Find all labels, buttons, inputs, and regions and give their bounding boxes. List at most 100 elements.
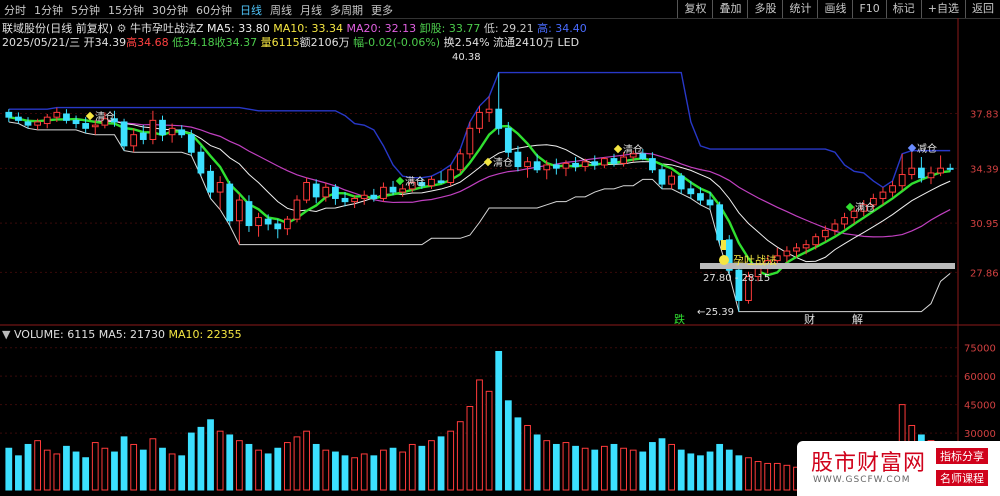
volume-bar-43 xyxy=(418,445,426,491)
price-axis-label-1: 34.39 xyxy=(970,164,999,175)
signal-text-3: 清仓 xyxy=(623,143,643,156)
volume-header: ▼ VOLUME: 6115 MA5: 21730 MA10: 22355 xyxy=(2,328,242,341)
candle-body-41 xyxy=(399,188,407,193)
candle-body-68 xyxy=(658,169,666,185)
candle-body-36 xyxy=(351,197,359,203)
candle-body-44 xyxy=(428,178,435,187)
volume-bar-73 xyxy=(706,451,714,491)
volume-bar-72 xyxy=(697,455,704,491)
candle-body-94 xyxy=(908,167,916,176)
event-marker-0: 跌 xyxy=(674,312,685,326)
candle-body-52 xyxy=(504,127,512,153)
candle-body-18 xyxy=(178,129,186,136)
volume-bar-65 xyxy=(629,449,637,491)
candle-body-54 xyxy=(524,161,531,168)
volume-bar-34 xyxy=(332,451,339,491)
candle-body-62 xyxy=(600,158,608,166)
volume-bar-10 xyxy=(101,447,109,491)
candle-body-47 xyxy=(456,153,464,171)
volume-bar-44 xyxy=(428,440,435,491)
candle-body-55 xyxy=(533,161,541,171)
candle-body-2 xyxy=(24,121,32,126)
signal-marker xyxy=(721,240,726,250)
candle-body-7 xyxy=(72,119,80,125)
volume-bar-7 xyxy=(72,451,80,491)
candle-body-5 xyxy=(53,111,61,118)
ma5-line xyxy=(8,115,951,277)
volume-bar-74 xyxy=(716,443,724,491)
candle-body-61 xyxy=(591,161,599,166)
volume-bar-58 xyxy=(562,442,570,491)
volume-bar-17 xyxy=(168,453,176,491)
candle-body-87 xyxy=(841,217,848,225)
candle-body-24 xyxy=(235,199,243,222)
candle-body-72 xyxy=(697,193,704,201)
candle-body-19 xyxy=(187,134,195,153)
volume-bar-40 xyxy=(389,447,397,491)
candle-body-81 xyxy=(783,250,791,257)
volume-bar-56 xyxy=(543,440,551,491)
candle-body-59 xyxy=(572,162,579,168)
volume-axis-label-2: 45000 xyxy=(964,401,996,412)
candle-body-13 xyxy=(130,134,138,147)
candle-body-40 xyxy=(389,186,397,193)
volume-bar-70 xyxy=(677,449,685,491)
volume-bar-3 xyxy=(34,440,42,491)
candle-body-21 xyxy=(207,170,214,193)
volume-bar-59 xyxy=(572,445,579,491)
volume-bar-41 xyxy=(399,451,407,491)
volume-bar-71 xyxy=(687,453,695,491)
signal-diamond-2 xyxy=(483,157,493,167)
volume-bar-79 xyxy=(764,462,772,491)
volume-toggle-icon[interactable]: ▼ xyxy=(2,328,10,341)
candle-body-93 xyxy=(898,174,906,187)
volume-bar-36 xyxy=(351,457,359,491)
volume-bar-80 xyxy=(773,462,781,491)
volume-ma10: MA10: 22355 xyxy=(168,328,242,341)
peak-price-label: 40.38 xyxy=(452,52,481,63)
candle-body-6 xyxy=(63,113,70,121)
volume-ma5: MA5: 21730 xyxy=(98,328,165,341)
volume-bar-60 xyxy=(581,447,589,491)
volume-bar-50 xyxy=(485,390,493,491)
candle-body-1 xyxy=(15,116,22,121)
candle-body-33 xyxy=(322,186,330,198)
candle-body-98 xyxy=(946,167,954,170)
volume-bar-14 xyxy=(139,449,147,491)
volume-bar-0 xyxy=(5,447,13,491)
volume-bar-2 xyxy=(24,443,32,491)
volume-bar-16 xyxy=(159,447,166,491)
price-axis-label-3: 27.86 xyxy=(970,268,999,279)
event-marker-2: 解 xyxy=(852,312,863,326)
volume-bar-66 xyxy=(639,451,647,491)
candle-body-29 xyxy=(283,218,291,230)
candle-body-60 xyxy=(581,161,589,168)
candle-body-39 xyxy=(380,186,387,199)
volume-bar-32 xyxy=(312,443,320,491)
volume-bar-47 xyxy=(456,421,464,491)
candle-body-25 xyxy=(245,201,253,227)
candle-body-27 xyxy=(264,218,272,225)
price-axis-label-2: 30.95 xyxy=(970,219,999,230)
signal-diamond-4 xyxy=(845,202,855,212)
candle-body-56 xyxy=(543,164,551,171)
kline-chart[interactable]: 40.38←25.3927.80 - 28.15孕吐战法清仓满仓清仓清仓满仓减仓… xyxy=(0,0,1000,496)
signal-label: 孕吐战法 xyxy=(733,253,777,267)
candle-body-74 xyxy=(716,204,724,241)
candle-body-14 xyxy=(139,132,147,140)
candle-body-67 xyxy=(649,158,656,171)
volume-bar-57 xyxy=(552,443,560,491)
candle-body-12 xyxy=(120,121,128,147)
watermark-site: WWW.GSCFW.COM xyxy=(813,475,911,485)
signal-diamond-1 xyxy=(395,176,405,186)
watermark-tag-course: 名师课程 xyxy=(936,470,988,486)
event-marker-1: 财 xyxy=(804,312,815,326)
volume-bar-4 xyxy=(43,449,51,491)
candle-body-71 xyxy=(687,188,695,195)
volume-bar-12 xyxy=(120,436,128,491)
candle-body-31 xyxy=(303,182,310,201)
volume-bar-42 xyxy=(408,443,416,491)
candle-body-23 xyxy=(226,183,234,222)
candle-body-15 xyxy=(149,119,157,140)
volume-bar-21 xyxy=(207,419,214,491)
